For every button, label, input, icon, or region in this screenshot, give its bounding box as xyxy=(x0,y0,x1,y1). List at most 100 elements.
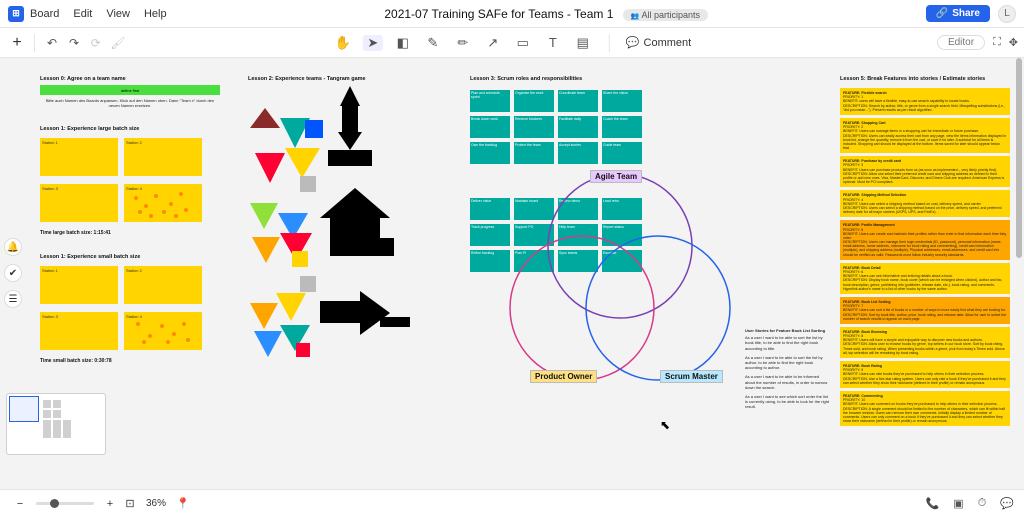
time-small-label: Time small batch size: 0:30:78 xyxy=(40,358,112,364)
share-button[interactable]: 🔗 Share xyxy=(926,5,990,22)
timer-icon[interactable]: ⏱ xyxy=(978,497,987,510)
notifications-icon[interactable]: 🔔 xyxy=(4,238,22,256)
menu-board[interactable]: Board xyxy=(30,8,59,20)
role-card[interactable]: Own the backlog xyxy=(470,142,510,164)
role-card[interactable]: Coach the team xyxy=(602,116,642,138)
menu-view[interactable]: View xyxy=(106,8,130,20)
feature-card[interactable]: FEATURE: Shipping Method SelectionPRIORI… xyxy=(840,190,1010,217)
minimap[interactable] xyxy=(6,393,106,455)
feature-card[interactable]: FEATURE: CommentingPRIORITY: 10BENEFIT: … xyxy=(840,391,1010,426)
role-card[interactable]: Organize the work xyxy=(514,90,554,112)
station-card[interactable]: Station 1 xyxy=(40,266,118,304)
chat-icon[interactable]: 💬 xyxy=(1000,497,1014,510)
feature-card[interactable]: FEATURE: Book BrowsingPRIORITY: 8BENEFIT… xyxy=(840,327,1010,358)
story-text: As a user I want to see which sort order… xyxy=(745,394,830,410)
zoom-out-button[interactable]: − xyxy=(10,498,30,510)
zoom-knob[interactable] xyxy=(50,499,59,508)
board-title[interactable]: 2021-07 Training SAFe for Teams - Team 1… xyxy=(167,7,926,21)
zoom-slider[interactable] xyxy=(36,502,94,505)
feature-card[interactable]: FEATURE: Profile ManagementPRIORITY: 5BE… xyxy=(840,220,1010,260)
redo-icon[interactable]: ↷ xyxy=(63,36,85,50)
comment-button[interactable]: 💬 Comment xyxy=(626,36,691,49)
app-logo-icon[interactable]: ⊞ xyxy=(8,6,24,22)
tasks-icon[interactable]: ✔ xyxy=(4,264,22,282)
user-avatar[interactable]: L xyxy=(998,5,1016,23)
role-card[interactable]: Accept stories xyxy=(558,142,598,164)
history-icon[interactable]: ⟲ xyxy=(85,36,107,50)
role-card[interactable]: Break down work xyxy=(470,116,510,138)
mode-pill[interactable]: Editor xyxy=(937,35,985,50)
gray-tile[interactable] xyxy=(300,276,316,292)
eraser-icon[interactable]: ◧ xyxy=(393,35,413,51)
story-text: As a user I want to be able to sort the … xyxy=(745,335,830,351)
station-card[interactable]: Station 4 xyxy=(124,312,202,350)
small-batch-row1: Station 1 Station 2 xyxy=(40,266,220,304)
location-icon[interactable]: 📍 xyxy=(176,497,190,510)
participants-badge[interactable]: 👥 All participants xyxy=(623,9,708,21)
station-card[interactable]: Station 3 xyxy=(40,184,118,222)
minimap-viewport[interactable] xyxy=(9,396,39,422)
role-card[interactable]: Share the vision xyxy=(602,90,642,112)
role-card[interactable]: Coordinate team xyxy=(558,90,598,112)
lesson2-title: Lesson 2: Experience teams - Tangram gam… xyxy=(248,76,366,82)
role-card[interactable]: Protect the team xyxy=(514,142,554,164)
outline-icon[interactable]: ☰ xyxy=(4,290,22,308)
undo-icon[interactable]: ↶ xyxy=(41,36,63,50)
tangram-pieces-2[interactable] xyxy=(250,203,330,283)
feature-card[interactable]: FEATURE: Shopping CartPRIORITY: 2BENEFIT… xyxy=(840,118,1010,153)
text-icon[interactable]: T xyxy=(543,35,563,50)
station-card[interactable]: Station 3 xyxy=(40,312,118,350)
venn-label-left[interactable]: Product Owner xyxy=(530,370,597,383)
tangram-pieces-1[interactable] xyxy=(250,108,340,198)
format-painter-icon[interactable]: 🖌 xyxy=(107,36,129,50)
sticky-icon[interactable]: ▤ xyxy=(573,35,593,51)
vertical-scrollbar[interactable] xyxy=(1016,58,1022,258)
tangram-arrow[interactable] xyxy=(320,283,420,343)
connector-icon[interactable]: ↗ xyxy=(483,35,503,51)
station-card[interactable]: Station 1 xyxy=(40,138,118,176)
canvas[interactable]: 🔔 ✔ ☰ Lesson 0: Agree on a team name def… xyxy=(0,58,1024,489)
lesson1b-title: Lesson 1: Experience small batch size xyxy=(40,254,140,260)
role-card[interactable]: Plan and schedule sprint xyxy=(470,90,510,112)
role-card[interactable]: Facilitate daily xyxy=(558,116,598,138)
toolbar: + ↶ ↷ ⟲ 🖌 ✋ ➤ ◧ ✎ ✏ ↗ ▭ T ▤ 💬 Comment Ed… xyxy=(0,28,1024,58)
cursor-icon: ⬉ xyxy=(660,418,670,432)
marker-icon[interactable]: ✏ xyxy=(453,35,473,51)
venn-label-top[interactable]: Agile Team xyxy=(590,170,642,183)
feature-card[interactable]: FEATURE: Flexible searchPRIORITY: 1BENEF… xyxy=(840,88,1010,115)
station-card[interactable]: Station 2 xyxy=(124,138,202,176)
venn-label-right[interactable]: Scrum Master xyxy=(660,370,723,383)
board-title-text: 2021-07 Training SAFe for Teams - Team 1 xyxy=(384,7,613,21)
feature-card[interactable]: FEATURE: Purchase by credit cardPRIORITY… xyxy=(840,156,1010,187)
menu-help[interactable]: Help xyxy=(144,8,167,20)
tangram-pieces-3[interactable] xyxy=(250,293,330,373)
tangram-house[interactable] xyxy=(320,188,410,268)
zoom-in-button[interactable]: + xyxy=(100,498,120,510)
lesson0-sticky[interactable]: define first xyxy=(40,85,220,95)
pointer-icon[interactable]: ➤ xyxy=(363,35,383,51)
fullscreen-icon[interactable]: ⛶ xyxy=(993,36,1001,49)
pen-icon[interactable]: ✎ xyxy=(423,35,443,51)
station-card[interactable]: Station 4 xyxy=(124,184,202,222)
phone-icon[interactable]: 📞 xyxy=(926,497,940,510)
zoom-fit-icon[interactable]: ⊡ xyxy=(120,497,140,510)
add-button[interactable]: + xyxy=(6,34,28,52)
station-card[interactable]: Station 2 xyxy=(124,266,202,304)
venn-diagram[interactable] xyxy=(490,168,750,398)
zoom-percent[interactable]: 36% xyxy=(146,498,166,509)
feature-card[interactable]: FEATURE: Book DetailPRIORITY: 6BENEFIT: … xyxy=(840,263,1010,294)
small-batch-row2: Station 3 Station 4 xyxy=(40,312,220,350)
shape-icon[interactable]: ▭ xyxy=(513,35,533,51)
feature-card[interactable]: FEATURE: Book List SortingPRIORITY: 7BEN… xyxy=(840,297,1010,324)
fit-icon[interactable]: ✥ xyxy=(1009,36,1018,49)
gray-tile[interactable] xyxy=(300,176,316,192)
feature-card[interactable]: FEATURE: Book RatingPRIORITY: 9BENEFIT: … xyxy=(840,361,1010,388)
record-icon[interactable]: ▣ xyxy=(953,497,963,510)
menu-edit[interactable]: Edit xyxy=(73,8,92,20)
lesson0-block: Lesson 0: Agree on a team name define fi… xyxy=(40,76,220,109)
stories-heading: User Stories for Feature Book List Sorti… xyxy=(745,328,830,333)
role-card[interactable]: Guide team xyxy=(602,142,642,164)
pan-icon[interactable]: ✋ xyxy=(333,35,353,51)
feature-column: FEATURE: Flexible searchPRIORITY: 1BENEF… xyxy=(840,88,1010,426)
role-card[interactable]: Remove blockers xyxy=(514,116,554,138)
